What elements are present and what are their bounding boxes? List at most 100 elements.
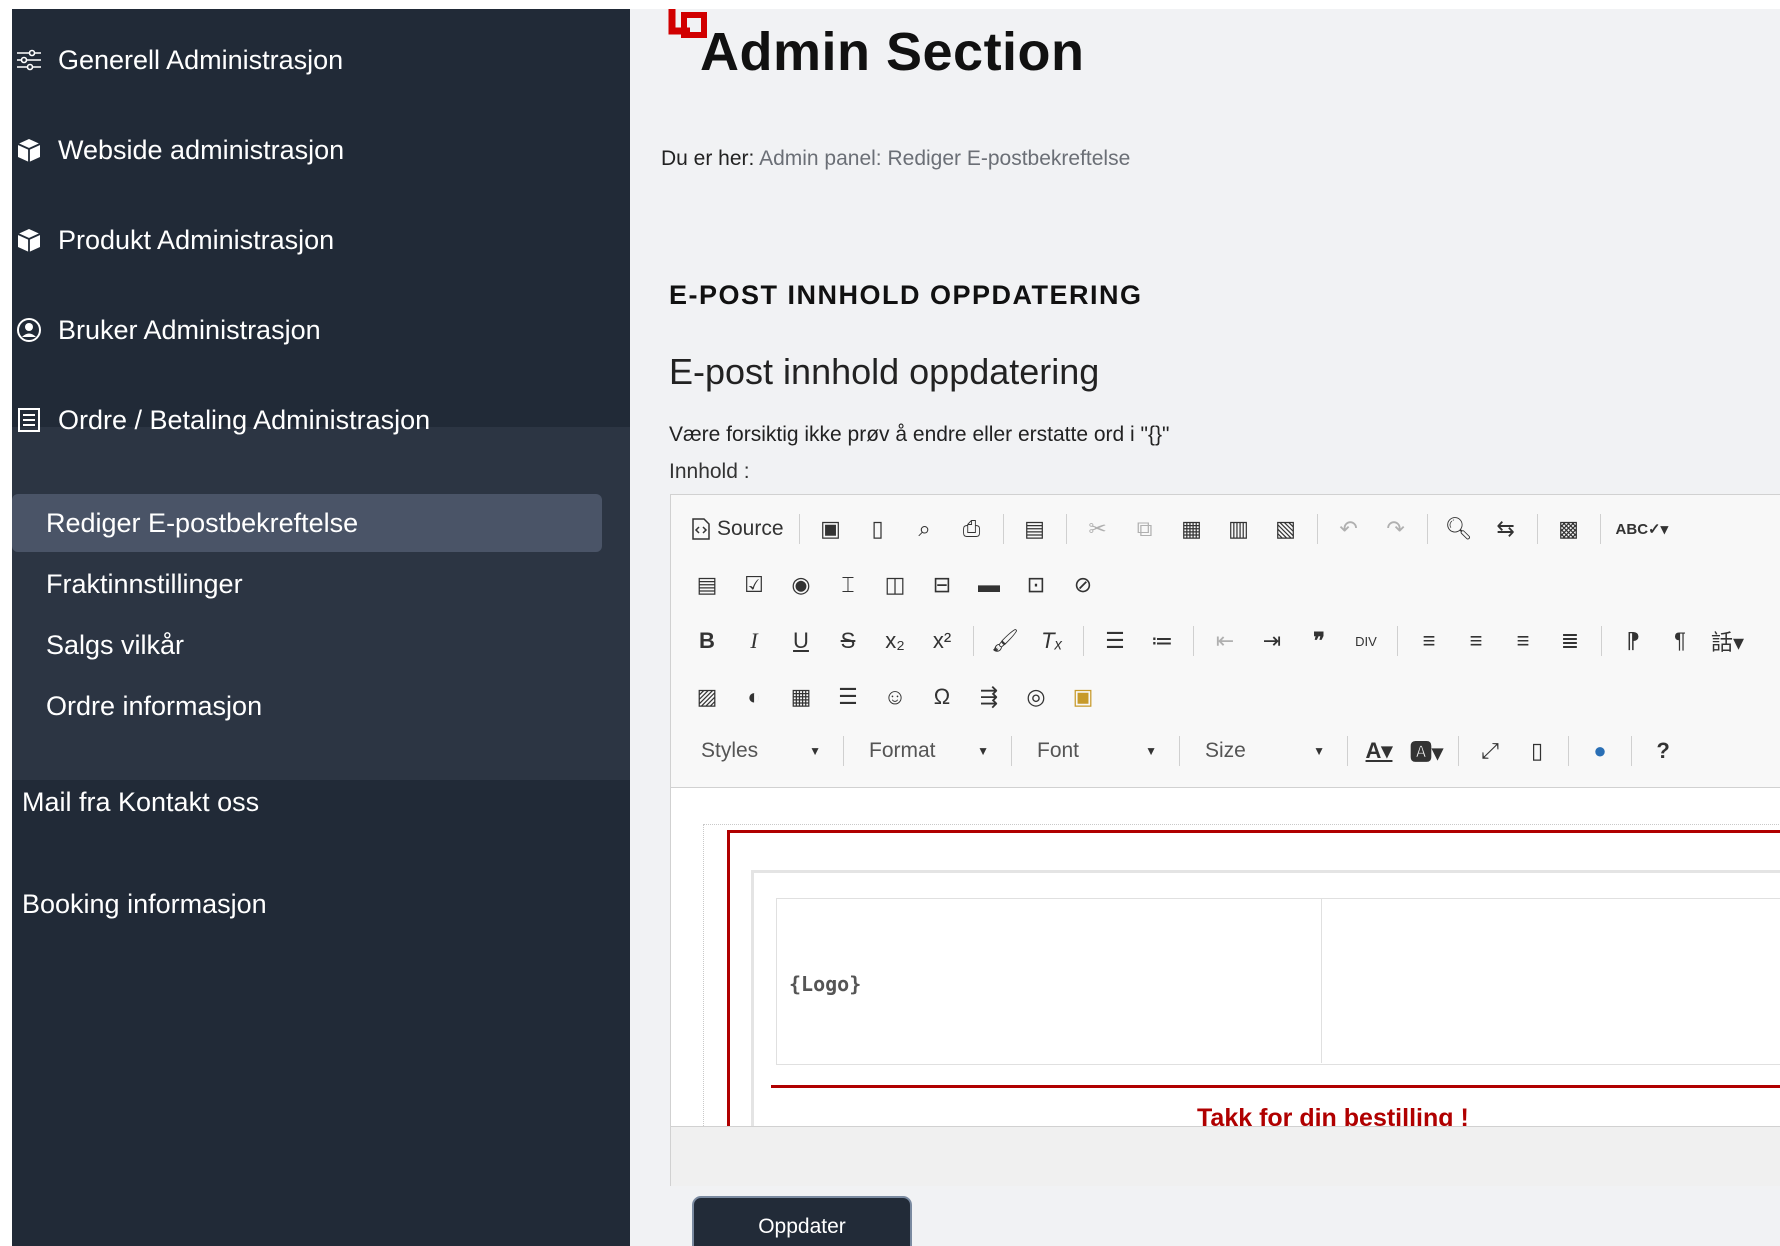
replace-icon[interactable]: ⇆ bbox=[1490, 511, 1522, 547]
toolbar-row-2: ▤ ☑ ◉ ⌶ ◫ ⊟ ▬ ⊡ ⊘ bbox=[691, 565, 1114, 605]
select-all-icon[interactable]: ▩ bbox=[1553, 511, 1585, 547]
section-title: E-post innhold oppdatering bbox=[669, 351, 1100, 392]
align-center-icon[interactable]: ≡ bbox=[1460, 623, 1492, 659]
top-margin bbox=[0, 0, 1780, 9]
styles-select[interactable]: Styles ▼ bbox=[691, 733, 831, 769]
radio-icon[interactable]: ◉ bbox=[785, 567, 817, 603]
horizontal-line-icon[interactable]: ☰ bbox=[832, 679, 864, 715]
smiley-icon[interactable]: ☺ bbox=[879, 679, 911, 715]
rtl-icon[interactable]: ¶ bbox=[1664, 623, 1696, 659]
hidden-field-icon[interactable]: ⊘ bbox=[1067, 567, 1099, 603]
flash-icon[interactable]: ◐ bbox=[738, 679, 770, 715]
new-page-icon[interactable]: ▯ bbox=[862, 511, 894, 547]
media-embed-icon[interactable]: ▣ bbox=[1067, 679, 1099, 715]
sidebar-item-mail-kontakt[interactable]: Mail fra Kontakt oss bbox=[12, 772, 630, 832]
checkbox-icon[interactable]: ☑ bbox=[738, 567, 770, 603]
underline-icon[interactable]: U bbox=[785, 623, 817, 659]
maximize-icon[interactable]: ⤢ bbox=[1474, 733, 1506, 769]
textarea-icon[interactable]: ◫ bbox=[879, 567, 911, 603]
show-blocks-icon[interactable]: ▯ bbox=[1521, 733, 1553, 769]
toolbar-separator bbox=[1568, 736, 1570, 766]
subscript-icon[interactable]: x₂ bbox=[879, 623, 911, 659]
update-button[interactable]: Oppdater bbox=[692, 1196, 912, 1246]
toolbar-row-3: B I U S x₂ x² 🖌︎ Tₓ ☰ ≔ ⇤ ⇥ ❞ DIV ≡ ≡ ≡ … bbox=[691, 621, 1759, 661]
source-icon bbox=[692, 518, 710, 540]
blockquote-icon[interactable]: ❞ bbox=[1303, 623, 1335, 659]
templates-icon[interactable]: ▤ bbox=[1019, 511, 1051, 547]
ltr-icon[interactable]: ⁋ bbox=[1617, 623, 1649, 659]
select-field-icon[interactable]: ⊟ bbox=[926, 567, 958, 603]
outdent-icon[interactable]: ⇤ bbox=[1209, 623, 1241, 659]
sidebar-item-label: Ordre / Betaling Administrasjon bbox=[58, 404, 431, 435]
superscript-icon[interactable]: x² bbox=[926, 623, 958, 659]
sidebar-subitem-salgs-vilkar[interactable]: Salgs vilkår bbox=[12, 616, 602, 674]
find-icon[interactable]: 🔍︎ bbox=[1443, 511, 1475, 547]
sidebar-item-webside[interactable]: Webside administrasjon bbox=[12, 120, 630, 180]
copy-format-icon[interactable]: 🖌︎ bbox=[989, 623, 1021, 659]
language-icon[interactable]: 話▾ bbox=[1711, 623, 1744, 659]
special-char-icon[interactable]: Ω bbox=[926, 679, 958, 715]
bold-icon[interactable]: B bbox=[691, 623, 723, 659]
left-margin bbox=[0, 0, 12, 1246]
print-icon[interactable]: ⎙ bbox=[956, 511, 988, 547]
toolbar-separator bbox=[1426, 514, 1428, 544]
table-icon[interactable]: ▦ bbox=[785, 679, 817, 715]
italic-icon[interactable]: I bbox=[738, 623, 770, 659]
button-field-icon[interactable]: ▬ bbox=[973, 567, 1005, 603]
text-color-icon[interactable]: A▾ bbox=[1363, 733, 1395, 769]
toolbar-separator bbox=[1002, 514, 1004, 544]
paste-text-icon[interactable]: ▥ bbox=[1223, 511, 1255, 547]
format-select[interactable]: Format ▼ bbox=[859, 733, 999, 769]
page-break-icon[interactable]: ⇶ bbox=[973, 679, 1005, 715]
main-content: Admin Section Du er her: Admin panel: Re… bbox=[630, 9, 1780, 1246]
help-icon[interactable]: ? bbox=[1647, 733, 1679, 769]
form-icon[interactable]: ▤ bbox=[691, 567, 723, 603]
div-container-icon[interactable]: DIV bbox=[1350, 623, 1382, 659]
box-icon bbox=[14, 225, 44, 255]
justify-icon[interactable]: ≣ bbox=[1554, 623, 1586, 659]
image-icon[interactable]: ▨ bbox=[691, 679, 723, 715]
bulleted-list-icon[interactable]: ≔ bbox=[1146, 623, 1178, 659]
remove-format-icon[interactable]: Tₓ bbox=[1036, 623, 1068, 659]
undo-icon[interactable]: ↶ bbox=[1333, 511, 1365, 547]
toolbar-separator bbox=[1599, 514, 1601, 544]
sidebar-item-bruker[interactable]: Bruker Administrasjon bbox=[12, 300, 630, 360]
copy-icon[interactable]: ⧉ bbox=[1129, 511, 1161, 547]
sidebar-subitem-label: Ordre informasjon bbox=[46, 690, 263, 721]
cut-icon[interactable]: ✂ bbox=[1082, 511, 1114, 547]
toolbar-separator bbox=[1316, 514, 1318, 544]
indent-icon[interactable]: ⇥ bbox=[1256, 623, 1288, 659]
save-icon[interactable]: ▣ bbox=[815, 511, 847, 547]
numbered-list-icon[interactable]: ☰ bbox=[1099, 623, 1131, 659]
sidebar-item-booking[interactable]: Booking informasjon bbox=[12, 874, 630, 934]
strikethrough-icon[interactable]: S bbox=[832, 623, 864, 659]
spellcheck-icon[interactable]: ABC✓▾ bbox=[1616, 511, 1669, 547]
sidebar-item-ordre-betaling[interactable]: Ordre / Betaling Administrasjon bbox=[12, 390, 630, 450]
sidebar-item-produkt[interactable]: Produkt Administrasjon bbox=[12, 210, 630, 270]
about-icon[interactable]: ● bbox=[1584, 733, 1616, 769]
font-select[interactable]: Font ▼ bbox=[1027, 733, 1167, 769]
sidebar-subitem-ordre-info[interactable]: Ordre informasjon bbox=[12, 677, 602, 735]
paste-icon[interactable]: ▦ bbox=[1176, 511, 1208, 547]
editor-content-area[interactable]: {Logo} Takk for din bestilling ! bbox=[671, 787, 1780, 1126]
sidebar-subitem-frakt[interactable]: Fraktinnstillinger bbox=[12, 555, 602, 613]
paste-word-icon[interactable]: ▧ bbox=[1270, 511, 1302, 547]
box-icon bbox=[14, 135, 44, 165]
breadcrumb-path[interactable]: Admin panel: Rediger E-postbekreftelse bbox=[759, 147, 1130, 170]
breadcrumb-prefix: Du er her: bbox=[661, 147, 755, 170]
align-right-icon[interactable]: ≡ bbox=[1507, 623, 1539, 659]
bg-color-icon[interactable]: 🅰︎▾ bbox=[1410, 733, 1443, 769]
image-button-icon[interactable]: ⊡ bbox=[1020, 567, 1052, 603]
sidebar-item-generell[interactable]: Generell Administrasjon bbox=[12, 30, 630, 90]
redo-icon[interactable]: ↷ bbox=[1380, 511, 1412, 547]
sidebar-subitem-rediger-epost[interactable]: Rediger E-postbekreftelse bbox=[12, 494, 602, 552]
styles-label: Styles bbox=[701, 739, 759, 762]
textfield-icon[interactable]: ⌶ bbox=[832, 567, 864, 603]
align-left-icon[interactable]: ≡ bbox=[1413, 623, 1445, 659]
sidebar: Generell Administrasjon Webside administ… bbox=[12, 9, 630, 1246]
size-select[interactable]: Size ▼ bbox=[1195, 733, 1335, 769]
toolbar-separator bbox=[1179, 736, 1180, 766]
preview-icon[interactable]: ⌕ bbox=[909, 511, 941, 547]
iframe-icon[interactable]: ◎ bbox=[1020, 679, 1052, 715]
source-button[interactable]: Source bbox=[691, 511, 784, 547]
